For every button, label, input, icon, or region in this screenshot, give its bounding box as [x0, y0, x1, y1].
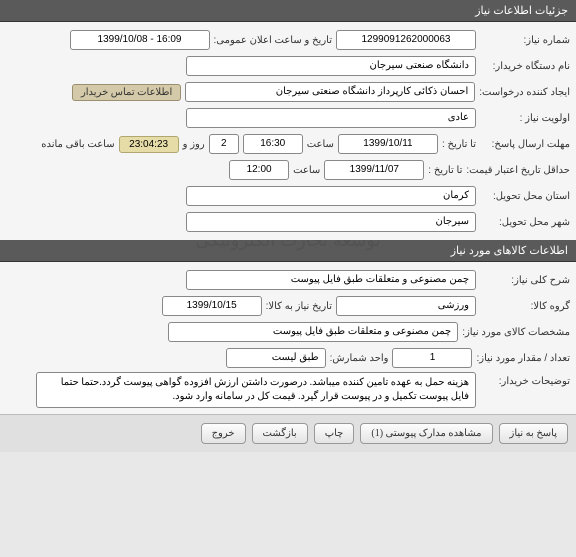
- desc-label: شرح کلی نیاز:: [480, 275, 570, 286]
- remain-label: ساعت باقی مانده: [41, 139, 114, 150]
- notes-field: هزینه حمل به عهده تامین کننده میباشد. در…: [36, 372, 476, 408]
- public-announce-field: [70, 30, 210, 50]
- print-button[interactable]: چاپ: [314, 423, 355, 444]
- section1-header: جزئیات اطلاعات نیاز: [0, 0, 576, 22]
- attachments-button[interactable]: مشاهده مدارک پیوستی (1): [360, 423, 492, 444]
- priority-label: اولویت نیاز :: [480, 113, 570, 124]
- need-no-label: شماره نیاز:: [480, 35, 570, 46]
- group-label: گروه کالا:: [480, 301, 570, 312]
- countdown-field: 23:04:23: [119, 136, 179, 153]
- city-label: شهر محل تحویل:: [480, 217, 570, 228]
- priority-field: [186, 108, 476, 128]
- reply-button[interactable]: پاسخ به نیاز: [499, 423, 569, 444]
- back-button[interactable]: بازگشت: [252, 423, 308, 444]
- province-label: استان محل تحویل:: [480, 191, 570, 202]
- province-field: [186, 186, 476, 206]
- section2-body: شرح کلی نیاز: گروه کالا: تاریخ نیاز به ک…: [0, 262, 576, 414]
- qty-label: تعداد / مقدار مورد نیاز:: [476, 353, 570, 364]
- spec-field: [168, 322, 458, 342]
- validity-date-field: [324, 160, 424, 180]
- to-date-label-2: تا تاریخ :: [428, 165, 462, 176]
- time-label-1: ساعت: [307, 139, 334, 150]
- public-announce-label: تاریخ و ساعت اعلان عمومی:: [214, 35, 333, 46]
- need-date-label: تاریخ نیاز به کالا:: [266, 301, 332, 312]
- requester-label: ایجاد کننده درخواست:: [479, 87, 570, 98]
- validity-time-field: [229, 160, 289, 180]
- need-date-field: [162, 296, 262, 316]
- spec-label: مشخصات کالای مورد نیاز:: [462, 327, 570, 338]
- exit-button[interactable]: خروج: [201, 423, 246, 444]
- deadline-date-field: [338, 134, 438, 154]
- days-label: روز و: [183, 139, 205, 150]
- unit-label: واحد شمارش:: [330, 353, 389, 364]
- desc-field: [186, 270, 476, 290]
- need-no-field: [336, 30, 476, 50]
- contact-buyer-link[interactable]: اطلاعات تماس خریدار: [72, 84, 181, 101]
- buyer-label: نام دستگاه خریدار:: [480, 61, 570, 72]
- unit-field: [226, 348, 326, 368]
- deadline-time-field: [243, 134, 303, 154]
- buttons-row: پاسخ به نیاز مشاهده مدارک پیوستی (1) چاپ…: [0, 414, 576, 452]
- validity-label: حداقل تاریخ اعتبار قیمت:: [466, 165, 570, 176]
- deadline-label: مهلت ارسال پاسخ:: [480, 139, 570, 150]
- notes-label: توضیحات خریدار:: [480, 372, 570, 387]
- qty-field: [392, 348, 472, 368]
- section1-body: شماره نیاز: تاریخ و ساعت اعلان عمومی: نا…: [0, 22, 576, 240]
- city-field: [186, 212, 476, 232]
- time-label-2: ساعت: [293, 165, 320, 176]
- group-field: [336, 296, 476, 316]
- to-date-label: تا تاریخ :: [442, 139, 476, 150]
- requester-field: [185, 82, 475, 102]
- section2-header: اطلاعات کالاهای مورد نیاز: [0, 240, 576, 262]
- buyer-field: [186, 56, 476, 76]
- days-field: [209, 134, 239, 154]
